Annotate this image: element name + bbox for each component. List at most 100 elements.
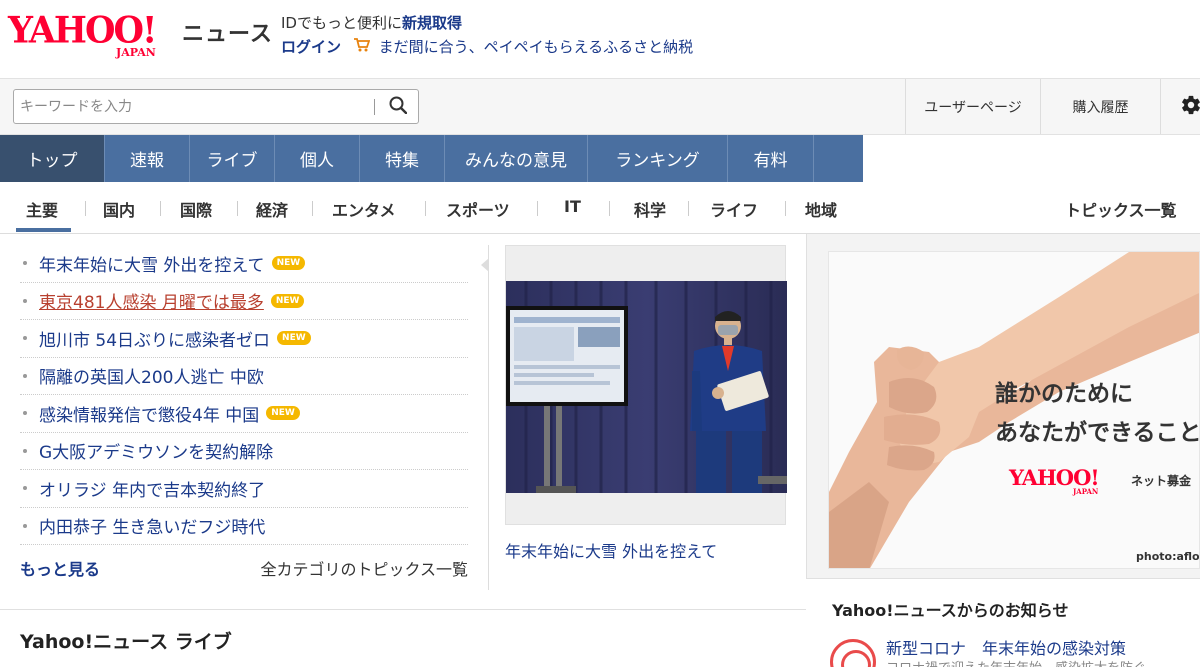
- category-separator: [688, 201, 689, 216]
- ad-logo-sub: JAPAN: [1073, 487, 1099, 496]
- headline-link[interactable]: 東京481人感染 月曜では最多: [39, 288, 264, 313]
- signup-promo-text: IDでもっと便利に: [281, 14, 402, 32]
- login-campaign-row: ログイン まだ間に合う、ペイペイもらえるふるさと納税: [281, 36, 693, 57]
- headline-item[interactable]: 東京481人感染 月曜では最多 NEW: [20, 283, 468, 320]
- category-separator: [312, 201, 313, 216]
- section-divider: [0, 609, 806, 610]
- category-separator: [160, 201, 161, 216]
- charity-ad-banner[interactable]: 誰かのために あなたができること YAHOO! JAPAN ネット募金 phot…: [828, 251, 1200, 569]
- search-button[interactable]: [384, 94, 412, 120]
- headline-item[interactable]: オリラジ 年内で吉本契約終了: [20, 470, 468, 508]
- photo-credit: photo:aflo: [1136, 550, 1200, 563]
- category-tab[interactable]: エンタメ: [332, 197, 396, 221]
- topics-list-link[interactable]: トピックス一覧: [1065, 197, 1177, 221]
- nav-tab[interactable]: トップ: [0, 135, 105, 182]
- category-nav: 主要 国内 国際 経済 エンタメ スポーツ IT 科学 ライフ 地域 トピックス一覧: [0, 182, 1200, 234]
- search-box: [13, 89, 419, 124]
- main-nav: トップ 速報 ライブ 個人 特集 みんなの意見 ランキング 有料: [0, 135, 1200, 182]
- all-categories-link[interactable]: 全カテゴリのトピックス一覧: [260, 556, 468, 580]
- ad-brand: ネット募金: [1131, 474, 1192, 488]
- headline-link[interactable]: 年末年始に大雪 外出を控えて: [39, 251, 265, 276]
- bullet-icon: [23, 486, 27, 490]
- bullet-icon: [23, 298, 27, 303]
- nav-tab[interactable]: ランキング: [588, 135, 728, 182]
- category-separator: [237, 201, 238, 216]
- pickup-photo-frame[interactable]: [505, 245, 787, 525]
- purchase-history-link[interactable]: 購入履歴: [1040, 79, 1160, 134]
- headline-item[interactable]: 感染情報発信で懲役4年 中国 NEW: [20, 395, 468, 433]
- user-page-link[interactable]: ユーザーページ: [905, 79, 1040, 134]
- news-notice-box: Yahoo!ニュースからのお知らせ 新型コロナ 年末年始の感染対策 コロナ禍で迎…: [806, 578, 1200, 667]
- notice-link[interactable]: 新型コロナ 年末年始の感染対策: [886, 635, 1126, 659]
- notice-title: Yahoo!ニュースからのお知らせ: [832, 601, 1069, 620]
- live-section-title: Yahoo!ニュース ライブ: [20, 631, 232, 653]
- active-category-indicator: [16, 228, 71, 232]
- ad-logo: YAHOO! JAPAN ネット募金: [1009, 465, 1191, 496]
- category-separator: [85, 201, 86, 216]
- login-link[interactable]: ログイン: [281, 38, 341, 56]
- active-headline-pointer: [481, 258, 489, 272]
- bullet-icon: [23, 448, 27, 453]
- category-tab[interactable]: 主要: [26, 197, 58, 221]
- headline-item[interactable]: 隔離の英国人200人逃亡 中欧: [20, 358, 468, 395]
- headline-link[interactable]: オリラジ 年内で吉本契約終了: [39, 476, 265, 501]
- category-tab[interactable]: ライフ: [710, 197, 758, 221]
- category-separator: [609, 201, 610, 216]
- category-tab[interactable]: 科学: [634, 197, 666, 221]
- settings-button[interactable]: [1160, 79, 1200, 134]
- headline-link[interactable]: 感染情報発信で懲役4年 中国: [39, 401, 259, 426]
- pickup-caption[interactable]: 年末年始に大雪 外出を控えて: [505, 538, 717, 562]
- new-badge: NEW: [277, 331, 311, 346]
- nav-tab[interactable]: 速報: [105, 135, 190, 182]
- ad-headline-2: あなたができること: [995, 420, 1200, 446]
- new-badge: NEW: [270, 293, 305, 308]
- nav-tab[interactable]: 有料: [728, 135, 814, 182]
- category-tab[interactable]: スポーツ: [446, 197, 510, 221]
- category-tab[interactable]: IT: [564, 197, 581, 216]
- yahoo-japan-logo[interactable]: YAHOO! JAPAN: [8, 8, 180, 60]
- column-divider: [488, 245, 489, 590]
- bullet-icon: [23, 373, 27, 378]
- category-tab[interactable]: 国際: [180, 197, 212, 221]
- cart-icon: [353, 38, 375, 56]
- category-separator: [425, 201, 426, 216]
- signup-promo: IDでもっと便利に新規取得: [281, 12, 462, 33]
- signup-link[interactable]: 新規取得: [402, 14, 462, 32]
- bullet-icon: [23, 336, 27, 340]
- headline-item[interactable]: 年末年始に大雪 外出を控えて NEW: [20, 245, 468, 283]
- nav-tab[interactable]: みんなの意見: [445, 135, 588, 182]
- handshake-image: [829, 252, 1199, 568]
- category-separator: [537, 201, 538, 216]
- gear-icon: [1180, 94, 1200, 120]
- nav-tab[interactable]: ライブ: [190, 135, 275, 182]
- notice-subtext: コロナ禍で迎えた年末年始、感染拡大を防ぐ: [886, 657, 1146, 667]
- headline-link[interactable]: 隔離の英国人200人逃亡 中欧: [39, 363, 264, 388]
- search-input[interactable]: [20, 95, 360, 119]
- new-badge: NEW: [271, 256, 306, 271]
- bullet-icon: [23, 411, 27, 415]
- category-tab[interactable]: 経済: [256, 197, 288, 221]
- main-nav-tabs: トップ 速報 ライブ 個人 特集 みんなの意見 ランキング 有料: [0, 135, 863, 182]
- campaign-link[interactable]: まだ間に合う、ペイペイもらえるふるさと納税: [379, 38, 694, 56]
- nav-tab[interactable]: 特集: [360, 135, 445, 182]
- search-bar-row: ユーザーページ 購入履歴: [0, 79, 1200, 135]
- category-tab[interactable]: 地域: [805, 197, 837, 221]
- logo-sub: JAPAN: [116, 46, 156, 59]
- search-icon: [389, 96, 408, 118]
- new-badge: NEW: [266, 406, 300, 421]
- headline-link[interactable]: 内田恭子 生き急いだフジ時代: [39, 513, 265, 538]
- headline-item[interactable]: 旭川市 54日ぶりに感染者ゼロ NEW: [20, 320, 468, 358]
- logo-text: YAHOO!: [8, 8, 157, 52]
- service-name[interactable]: ニュース: [182, 16, 273, 48]
- pickup-photo[interactable]: [506, 281, 787, 493]
- headline-link[interactable]: 旭川市 54日ぶりに感染者ゼロ: [39, 326, 270, 351]
- search-divider: [374, 99, 375, 115]
- nav-tab[interactable]: 個人: [275, 135, 360, 182]
- more-link[interactable]: もっと見る: [20, 556, 100, 580]
- headline-item[interactable]: G大阪アデミウソンを契約解除: [20, 433, 468, 470]
- headline-link[interactable]: G大阪アデミウソンを契約解除: [39, 438, 273, 463]
- bullet-icon: [23, 261, 27, 265]
- category-tab[interactable]: 国内: [103, 197, 135, 221]
- headline-item[interactable]: 内田恭子 生き急いだフジ時代: [20, 508, 468, 545]
- category-separator: [785, 201, 786, 216]
